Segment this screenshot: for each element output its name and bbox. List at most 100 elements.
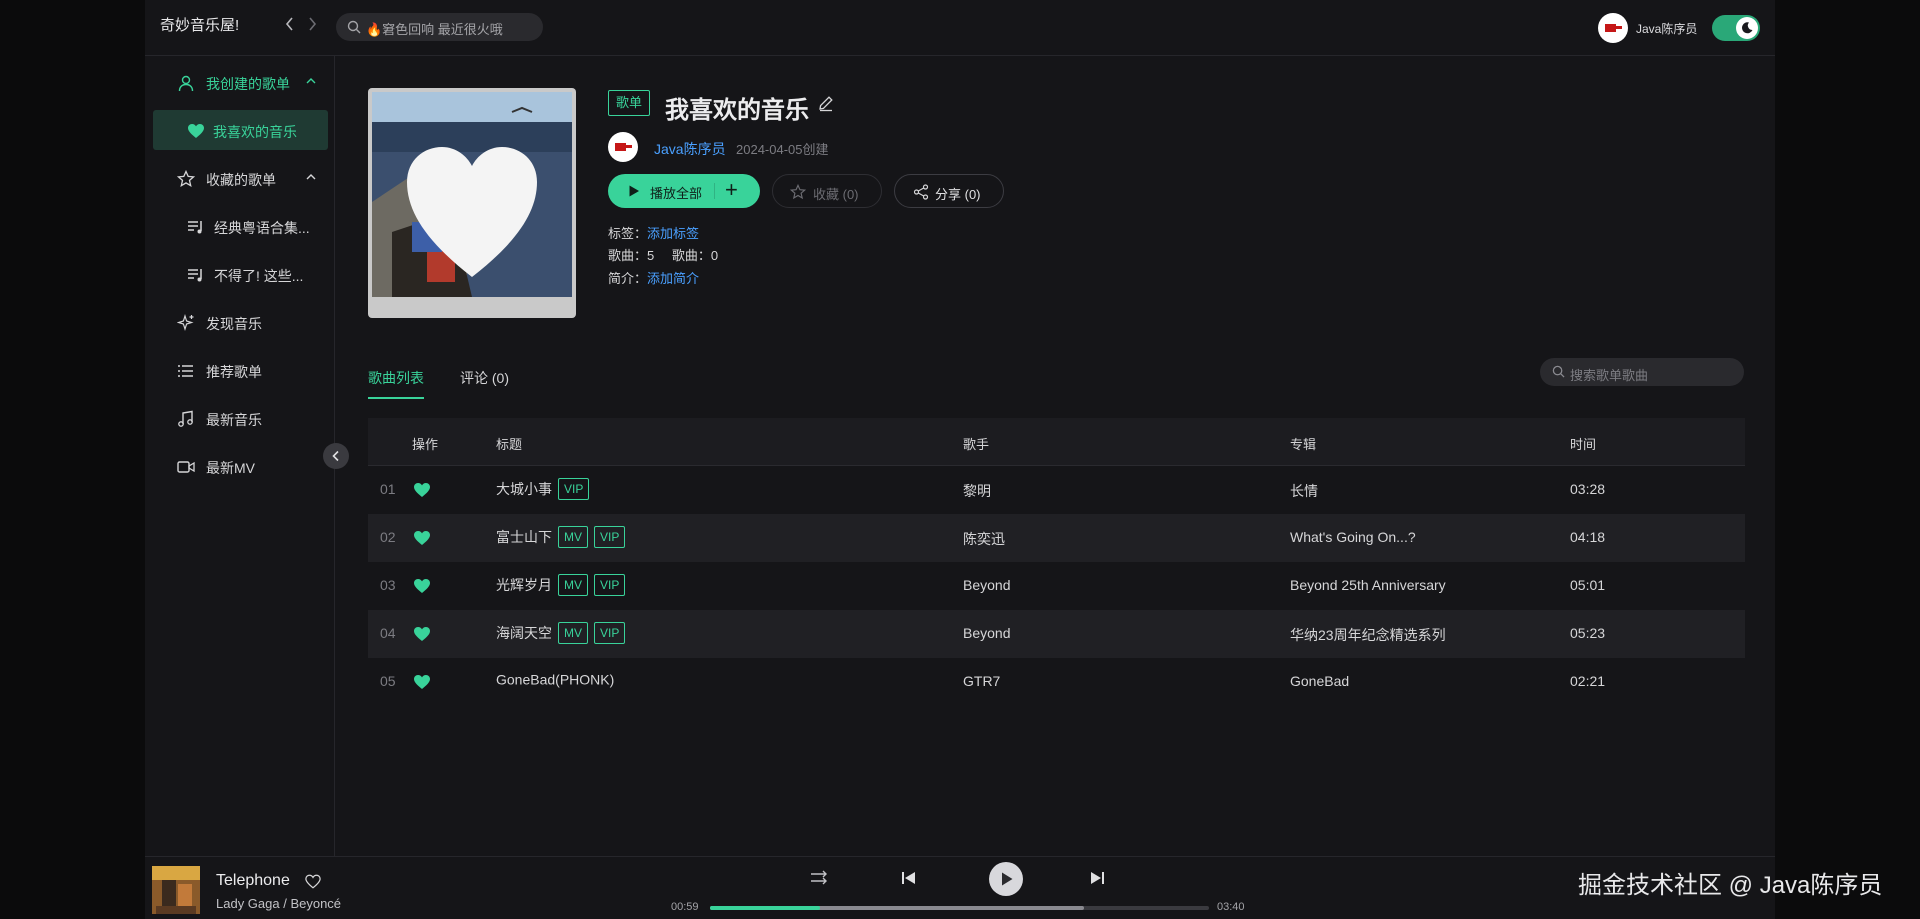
table-row[interactable]: 05 GoneBad(PHONK) GTR7 GoneBad 02:21 [368, 658, 1745, 706]
table-row[interactable]: 02 富士山下 MV VIP 陈奕迅 What's Going On...? 04:18 [368, 514, 1745, 562]
sidebar-item-collected-1[interactable]: 经典粤语合集... [153, 206, 328, 246]
moon-icon [1741, 22, 1753, 34]
heart-icon[interactable] [413, 530, 431, 546]
owner-avatar[interactable] [608, 132, 638, 162]
app-brand[interactable]: 奇妙音乐屋! [160, 14, 239, 35]
sidebar-my-playlists[interactable]: 我创建的歌单 [153, 62, 328, 102]
sidebar-item-new-music[interactable]: 最新音乐 [153, 398, 328, 438]
share-button[interactable]: 分享 (0) [894, 174, 1004, 208]
tab-comments[interactable]: 评论 (0) [460, 368, 509, 388]
mv-badge[interactable]: MV [558, 574, 588, 596]
row-index: 04 [380, 625, 396, 641]
sidebar-collapse-button[interactable] [323, 443, 349, 469]
playlist-title: 我喜欢的音乐 [665, 97, 809, 124]
playlist-type-badge: 歌单 [608, 90, 650, 116]
song-title[interactable]: GoneBad(PHONK) [496, 671, 614, 687]
sidebar-item-new-mv[interactable]: 最新MV [153, 446, 328, 486]
playlist-icon [188, 221, 202, 234]
sidebar: 我创建的歌单 我喜欢的音乐 收藏的歌单 经典粤语合集... 不得了! 这些...… [145, 56, 335, 856]
song-artist[interactable]: GTR7 [963, 673, 1000, 689]
vip-badge[interactable]: VIP [594, 526, 626, 548]
shuffle-icon[interactable] [810, 869, 830, 887]
vip-badge[interactable]: VIP [594, 622, 626, 644]
progress-bar[interactable] [710, 906, 1209, 910]
current-time: 00:59 [671, 901, 699, 913]
add-intro-link[interactable]: 添加简介 [647, 271, 699, 286]
share-icon [913, 184, 929, 200]
now-playing-title[interactable]: Telephone [216, 872, 290, 890]
edit-icon[interactable] [817, 94, 835, 112]
now-playing-artist[interactable]: Lady Gaga / Beyoncé [216, 896, 341, 911]
table-row[interactable]: 04 海阔天空 MV VIP Beyond 华纳23周年纪念精选系列 05:23 [368, 610, 1745, 658]
song-artist[interactable]: Beyond [963, 577, 1010, 593]
row-index: 01 [380, 481, 396, 497]
play-all-button[interactable]: 播放全部 + [608, 174, 760, 208]
search-text: 🔥窘色回响 最近很火哦 [366, 22, 503, 37]
star-icon [790, 184, 806, 200]
heart-outline-icon[interactable] [305, 874, 321, 889]
heart-icon [188, 124, 204, 138]
list-icon [178, 365, 193, 377]
sidebar-item-discover[interactable]: 发现音乐 [153, 302, 328, 342]
sidebar-collected-playlists[interactable]: 收藏的歌单 [153, 158, 328, 198]
song-album[interactable]: What's Going On...? [1290, 529, 1416, 545]
table-row[interactable]: 01 大城小事 VIP 黎明 长情 03:28 [368, 466, 1745, 514]
heart-icon[interactable] [413, 578, 431, 594]
created-date: 2024-04-05创建 [736, 142, 829, 157]
sidebar-item-favorite-music[interactable]: 我喜欢的音乐 [153, 110, 328, 150]
play-pause-button[interactable] [989, 862, 1023, 896]
mv-badge[interactable]: MV [558, 622, 588, 644]
theme-toggle[interactable] [1712, 15, 1760, 41]
music-note-icon [178, 410, 193, 427]
song-album[interactable]: GoneBad [1290, 673, 1349, 689]
player-bar: Telephone Lady Gaga / Beyoncé 00:59 03:4… [145, 856, 1775, 919]
sidebar-item-collected-2[interactable]: 不得了! 这些... [153, 254, 328, 294]
song-title[interactable]: 富士山下 [496, 529, 552, 545]
app-window: 奇妙音乐屋! 🔥窘色回响 最近很火哦 Java陈序员 我创建的歌单 我喜欢的音乐 [145, 0, 1775, 919]
song-album[interactable]: 华纳23周年纪念精选系列 [1290, 625, 1446, 645]
song-album[interactable]: Beyond 25th Anniversary [1290, 577, 1446, 593]
global-search[interactable]: 🔥窘色回响 最近很火哦 [336, 13, 543, 41]
song-artist[interactable]: Beyond [963, 625, 1010, 641]
heart-icon[interactable] [413, 482, 431, 498]
stats-line: 歌曲：5 歌曲：0 [608, 248, 719, 263]
heart-icon[interactable] [413, 626, 431, 642]
chevron-left-icon [332, 450, 339, 462]
song-artist[interactable]: 陈奕迅 [963, 529, 1005, 549]
chevron-up-icon [306, 78, 316, 84]
play-icon [629, 185, 639, 197]
album-art[interactable] [152, 866, 200, 914]
forward-button[interactable] [302, 14, 322, 38]
user-name[interactable]: Java陈序员 [1636, 20, 1697, 37]
heart-icon[interactable] [413, 674, 431, 690]
chevron-left-icon [285, 17, 293, 31]
next-icon[interactable] [1089, 871, 1105, 885]
chevron-up-icon [306, 174, 316, 180]
previous-icon[interactable] [901, 871, 917, 885]
song-title[interactable]: 大城小事 [496, 481, 552, 497]
vip-badge[interactable]: VIP [558, 478, 590, 500]
owner-name[interactable]: Java陈序员 [654, 139, 726, 159]
add-to-queue-icon[interactable]: + [725, 178, 738, 202]
collect-button[interactable]: 收藏 (0) [772, 174, 882, 208]
song-duration: 05:23 [1570, 625, 1606, 641]
sidebar-item-recommended[interactable]: 推荐歌单 [153, 350, 328, 390]
song-duration: 03:28 [1570, 481, 1606, 497]
mv-badge[interactable]: MV [558, 526, 588, 548]
user-avatar[interactable] [1598, 13, 1628, 43]
watermark: 掘金技术社区 @ Java陈序员 [1578, 872, 1883, 899]
add-tags-link[interactable]: 添加标签 [647, 226, 699, 241]
song-artist[interactable]: 黎明 [963, 481, 991, 501]
table-row[interactable]: 03 光辉岁月 MV VIP Beyond Beyond 25th Anniversary… [368, 562, 1745, 610]
song-title[interactable]: 光辉岁月 [496, 577, 552, 593]
total-time: 03:40 [1217, 901, 1245, 913]
song-title[interactable]: 海阔天空 [496, 625, 552, 641]
song-album[interactable]: 长情 [1290, 481, 1318, 501]
vip-badge[interactable]: VIP [594, 574, 626, 596]
playlist-search-input[interactable]: 搜索歌单歌曲 [1540, 358, 1744, 386]
table-header: 操作 标题 歌手 专辑 时间 [368, 418, 1745, 466]
back-button[interactable] [280, 14, 300, 38]
song-duration: 04:18 [1570, 529, 1606, 545]
intro-line: 简介：添加简介 [608, 271, 700, 286]
tab-song-list[interactable]: 歌曲列表 [368, 368, 424, 388]
